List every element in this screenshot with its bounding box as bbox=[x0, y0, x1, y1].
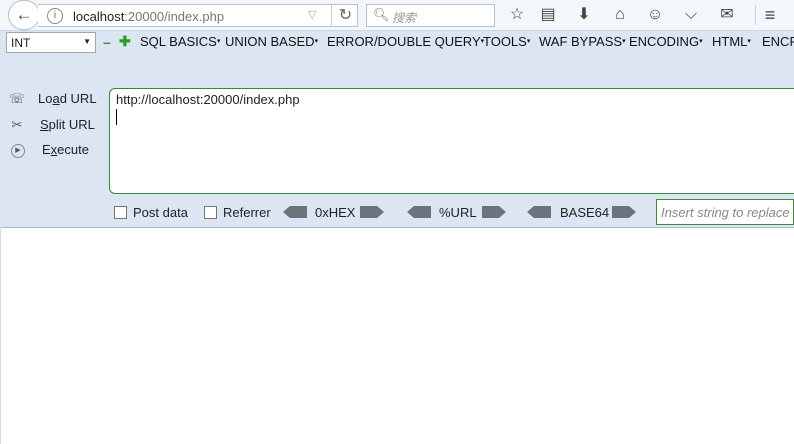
back-button[interactable]: ← bbox=[8, 0, 40, 30]
home-icon[interactable]: ⌂ bbox=[609, 4, 631, 26]
base64-encode-arrow-icon[interactable] bbox=[612, 206, 636, 218]
search-icon: 🔍︎ bbox=[373, 7, 390, 22]
menu-label: TOOLS bbox=[483, 34, 527, 49]
url-encode-arrow-icon[interactable] bbox=[482, 206, 506, 218]
referrer-label: Referrer bbox=[223, 205, 271, 220]
hex-label: 0xHEX bbox=[315, 205, 356, 220]
execute-label: Execute bbox=[42, 142, 89, 157]
clipboard-icon[interactable]: ▤ bbox=[537, 4, 559, 26]
menu-html[interactable]: HTML▾ bbox=[712, 34, 751, 49]
load-url-label: Load URL bbox=[38, 91, 97, 106]
toolbar-separator bbox=[755, 5, 756, 25]
reload-icon[interactable]: ↻ bbox=[331, 5, 359, 26]
menu-label: HTML bbox=[712, 34, 748, 49]
search-placeholder: 搜索 bbox=[392, 11, 417, 25]
navigation-bar: ← i localhost:20000/index.php ▽ ↻ 🔍︎ 搜索 … bbox=[0, 0, 794, 31]
type-select-value: INT bbox=[11, 36, 31, 50]
url-bar[interactable]: i localhost:20000/index.php ▽ ↻ bbox=[38, 4, 358, 27]
insert-string-input[interactable]: Insert string to replace bbox=[656, 199, 794, 225]
menu-encoding[interactable]: ENCODING▾ bbox=[629, 34, 703, 49]
star-icon[interactable]: ☆ bbox=[506, 4, 528, 26]
menu-icon[interactable]: ≡ bbox=[759, 4, 781, 26]
checkbox-box[interactable] bbox=[114, 206, 127, 219]
dropdown-icon[interactable]: ▽ bbox=[308, 8, 316, 21]
url-text[interactable]: localhost:20000/index.php bbox=[73, 9, 224, 24]
search-box[interactable]: 🔍︎ 搜索 bbox=[366, 4, 495, 27]
url-host: localhost bbox=[73, 9, 125, 24]
download-icon[interactable]: ⬇ bbox=[573, 4, 595, 26]
checkbox-box[interactable] bbox=[204, 206, 217, 219]
url-path: :20000/index.php bbox=[124, 9, 225, 24]
menu-sql-basics[interactable]: SQL BASICS▾ bbox=[140, 34, 220, 49]
back-arrow-icon: ← bbox=[15, 5, 33, 24]
menu-label: ERROR/DOUBLE QUERY bbox=[327, 34, 481, 49]
menu-waf-bypass[interactable]: WAF BYPASS▾ bbox=[539, 34, 626, 49]
menu-label: ENCR bbox=[762, 34, 794, 49]
chat-icon[interactable]: ☺ bbox=[644, 4, 666, 26]
url-textarea-value: http://localhost:20000/index.php bbox=[116, 92, 300, 107]
plus-icon[interactable]: ✚ bbox=[119, 33, 131, 50]
url-decode-arrow-icon[interactable] bbox=[407, 206, 431, 218]
post-data-label: Post data bbox=[133, 205, 188, 220]
menu-label: SQL BASICS bbox=[140, 34, 217, 49]
hex-decode-arrow-icon[interactable] bbox=[283, 206, 307, 218]
base64-decode-arrow-icon[interactable] bbox=[527, 206, 551, 218]
play-icon: ▶ bbox=[11, 144, 25, 158]
type-select[interactable]: INT ▼ bbox=[6, 32, 96, 53]
page-border bbox=[0, 227, 1, 444]
insert-string-placeholder: Insert string to replace bbox=[661, 205, 790, 220]
split-url-label: Split URL bbox=[40, 117, 95, 132]
menu-error-double-query[interactable]: ERROR/DOUBLE QUERY▾ bbox=[327, 34, 484, 49]
load-icon: ☏ bbox=[8, 91, 26, 106]
scissors-icon: ✂ bbox=[11, 117, 23, 132]
text-cursor bbox=[116, 109, 117, 125]
menu-encryption[interactable]: ENCR bbox=[762, 34, 794, 49]
minus-icon[interactable]: – bbox=[103, 34, 111, 50]
menu-label: ENCODING bbox=[629, 34, 700, 49]
base64-label: BASE64 bbox=[560, 205, 610, 220]
menu-label: WAF BYPASS bbox=[539, 34, 623, 49]
menu-label: UNION BASED bbox=[225, 34, 315, 49]
chevron-down-icon: ▼ bbox=[83, 37, 91, 46]
url-textarea[interactable]: http://localhost:20000/index.php bbox=[109, 88, 794, 194]
hex-encode-arrow-icon[interactable] bbox=[360, 206, 384, 218]
pocket-icon[interactable]: ⌵ bbox=[680, 4, 702, 26]
menu-union-based[interactable]: UNION BASED▾ bbox=[225, 34, 318, 49]
speech-icon[interactable]: ✉ bbox=[716, 4, 738, 26]
info-icon[interactable]: i bbox=[47, 8, 63, 24]
menu-tools[interactable]: TOOLS▾ bbox=[483, 34, 530, 49]
url-encode-label: %URL bbox=[439, 205, 477, 220]
